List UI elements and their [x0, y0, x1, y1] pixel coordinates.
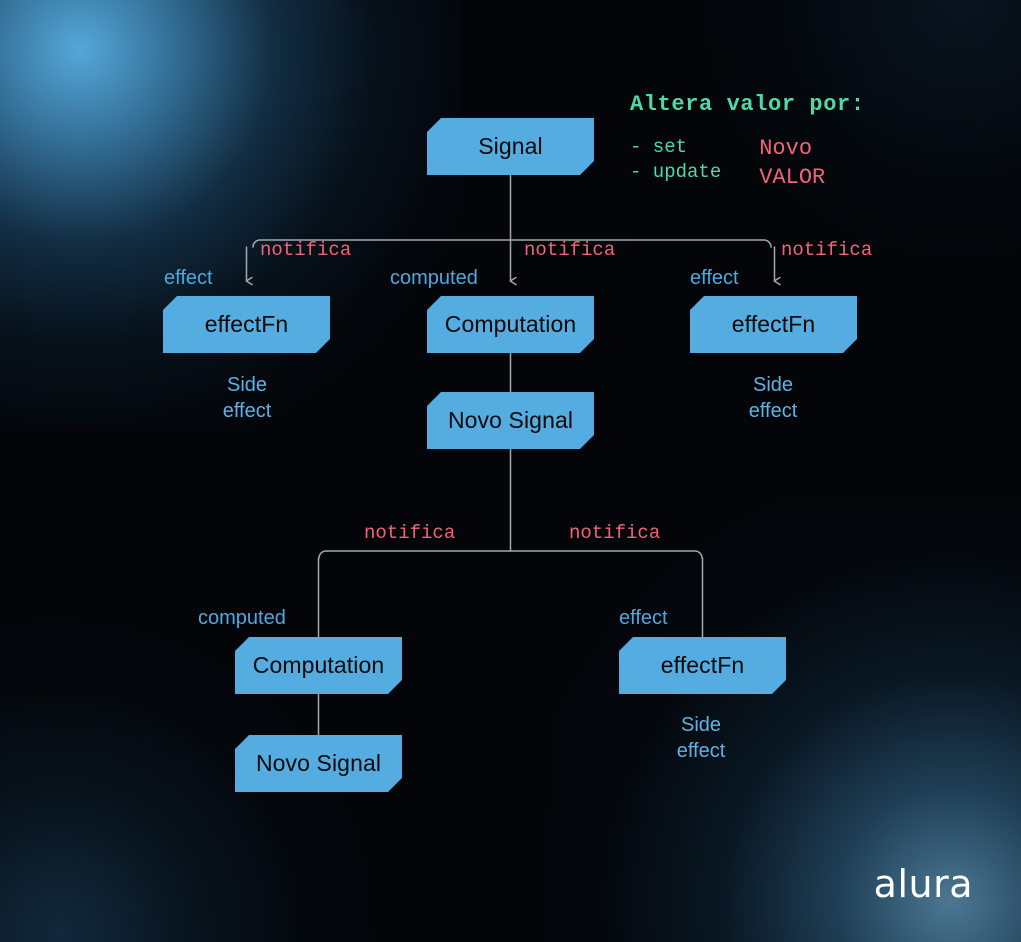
side-effect-line-1: Side — [680, 714, 722, 737]
side-effect-line-1: Side — [752, 374, 794, 397]
node-computation-bottom: Computation — [235, 637, 402, 694]
legend-value-line-2: VALOR — [759, 164, 826, 190]
node-computation-mid: Computation — [427, 296, 594, 353]
kind-effect-left: effect — [164, 267, 213, 289]
legend-operations: - set - update — [630, 135, 721, 192]
node-effectfn-right: effectFn — [690, 296, 857, 353]
notifica-mid: notifica — [524, 239, 616, 261]
kind-computed-bottom: computed — [198, 607, 286, 629]
diagram-canvas: Side effect Side effect Side effect Signal eff… — [0, 0, 1021, 942]
legend-panel: Altera valor por: - set - update Novo VA… — [630, 92, 865, 192]
kind-effect-bottom: effect — [619, 607, 668, 629]
side-effect-left: Side effect — [195, 347, 299, 451]
side-effect-line-2: effect — [222, 400, 272, 422]
legend-body: - set - update Novo VALOR — [630, 135, 865, 192]
notifica-bottom-left: notifica — [364, 522, 456, 544]
node-novo-signal-bottom: Novo Signal — [235, 735, 402, 792]
legend-value-line-1: Novo — [759, 136, 813, 161]
side-effect-line-1: Side — [226, 374, 268, 397]
legend-title: Altera valor por: — [630, 92, 865, 117]
notifica-left: notifica — [260, 239, 352, 261]
side-effect-line-2: effect — [676, 740, 726, 762]
node-signal-root: Signal — [427, 118, 594, 175]
side-effect-right: Side effect — [721, 347, 825, 451]
side-effect-bottom: Side effect — [649, 687, 753, 791]
legend-operation-update: - update — [630, 161, 722, 184]
kind-effect-right: effect — [690, 267, 739, 289]
side-effect-line-2: effect — [748, 400, 798, 422]
legend-operation-set: - set — [630, 136, 688, 158]
notifica-right: notifica — [781, 239, 873, 261]
kind-computed-mid: computed — [390, 267, 478, 289]
legend-value: Novo VALOR — [759, 135, 825, 192]
node-novo-signal-mid: Novo Signal — [427, 392, 594, 449]
node-effectfn-bottom: effectFn — [619, 637, 786, 694]
wire-lower-fanout-bus — [318, 550, 703, 559]
node-effectfn-left: effectFn — [163, 296, 330, 353]
notifica-bottom-right: notifica — [569, 522, 661, 544]
alura-logo: alura — [873, 862, 973, 906]
